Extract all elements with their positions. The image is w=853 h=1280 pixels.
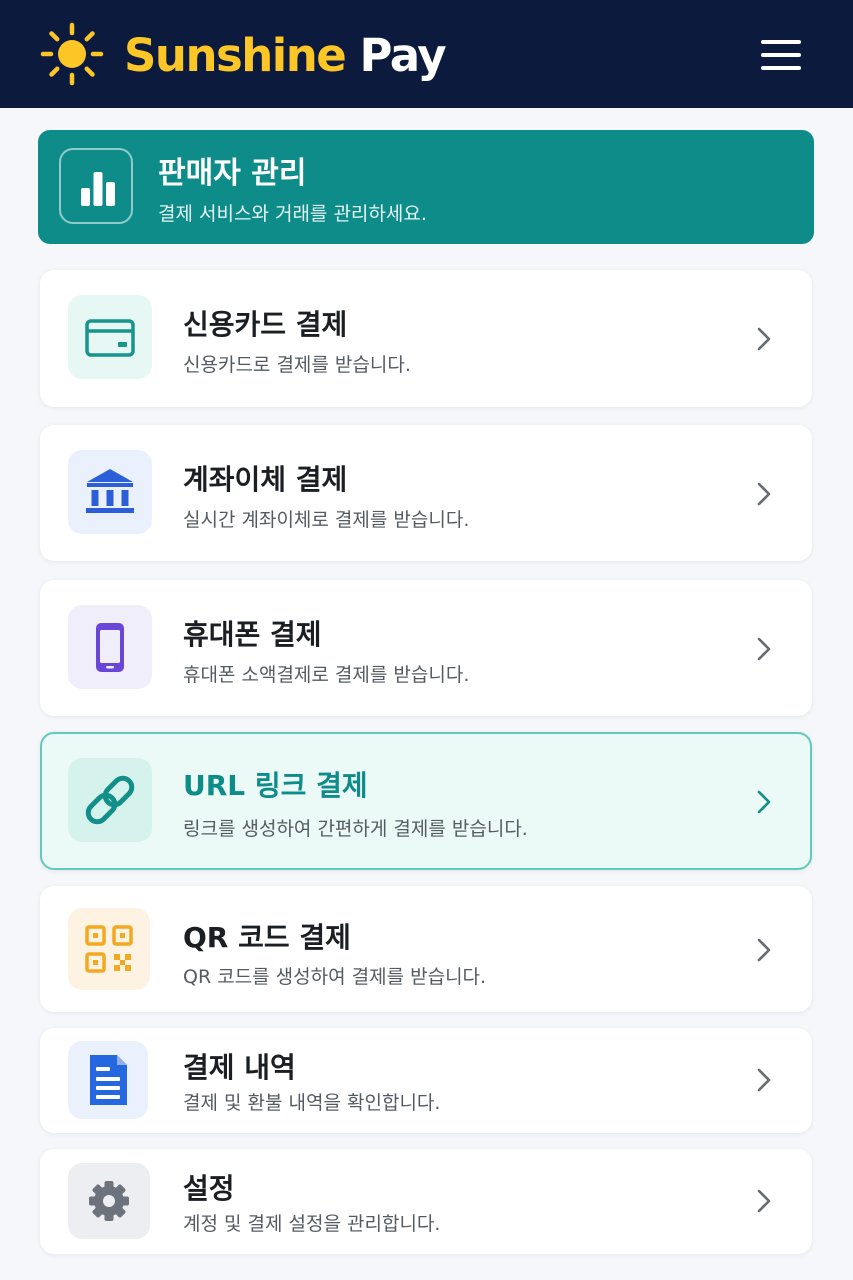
menu-item-mobile-payment[interactable]: 휴대폰 결제 휴대폰 소액결제로 결제를 받습니다. — [40, 580, 812, 716]
menu-item-title: 결제 내역 — [183, 1051, 296, 1084]
menu-item-title: 설정 — [183, 1172, 235, 1205]
seller-management-banner[interactable]: 판매자 관리 결제 서비스와 거래를 관리하세요. — [38, 130, 814, 244]
menu-item-qr-code[interactable]: QR 코드 결제 QR 코드를 생성하여 결제를 받습니다. — [40, 886, 812, 1012]
sun-icon — [40, 22, 104, 86]
menu-item-title: URL 링크 결제 — [183, 769, 368, 802]
app-header: Sunshine Pay — [0, 0, 853, 108]
menu-item-title: 신용카드 결제 — [183, 308, 348, 341]
menu-item-settings[interactable]: 설정 계정 및 결제 설정을 관리합니다. — [40, 1149, 812, 1254]
menu-item-subtitle: QR 코드를 생성하여 결제를 받습니다. — [183, 966, 487, 988]
bar-chart-icon — [59, 148, 133, 224]
menu-item-title: 계좌이체 결제 — [183, 463, 348, 496]
menu-item-subtitle: 실시간 계좌이체로 결제를 받습니다. — [183, 509, 470, 531]
chevron-right-icon — [757, 790, 771, 814]
menu-item-subtitle: 계정 및 결제 설정을 관리합니다. — [183, 1213, 441, 1235]
menu-item-subtitle: 결제 및 환불 내역을 확인합니다. — [183, 1092, 441, 1114]
chevron-right-icon — [757, 482, 771, 506]
chevron-right-icon — [757, 327, 771, 351]
chevron-right-icon — [757, 637, 771, 661]
menu-item-title: 휴대폰 결제 — [183, 618, 322, 651]
hamburger-menu-icon[interactable] — [752, 32, 810, 78]
menu-item-subtitle: 휴대폰 소액결제로 결제를 받습니다. — [183, 664, 470, 686]
chevron-right-icon — [757, 938, 771, 962]
chevron-right-icon — [757, 1068, 771, 1092]
menu-item-payment-history[interactable]: 결제 내역 결제 및 환불 내역을 확인합니다. — [40, 1028, 812, 1133]
gear-icon — [68, 1163, 150, 1239]
credit-card-icon — [68, 295, 152, 379]
menu-item-bank-transfer[interactable]: 계좌이체 결제 실시간 계좌이체로 결제를 받습니다. — [40, 425, 812, 561]
banner-subtitle: 결제 서비스와 거래를 관리하세요. — [158, 203, 427, 225]
brand-name-part2: Pay — [359, 29, 446, 82]
banner-title: 판매자 관리 — [158, 156, 307, 191]
menu-item-credit-card[interactable]: 신용카드 결제 신용카드로 결제를 받습니다. — [40, 270, 812, 407]
link-icon — [68, 758, 152, 842]
brand-name-part1: Sunshine — [124, 29, 347, 82]
bank-icon — [68, 450, 152, 534]
menu-item-title: QR 코드 결제 — [183, 921, 351, 954]
menu-item-subtitle: 신용카드로 결제를 받습니다. — [183, 354, 411, 376]
menu-item-url-link[interactable]: URL 링크 결제 링크를 생성하여 간편하게 결제를 받습니다. — [40, 732, 812, 870]
menu-item-subtitle: 링크를 생성하여 간편하게 결제를 받습니다. — [183, 818, 528, 840]
brand-name: Sunshine Pay — [124, 28, 447, 84]
mobile-phone-icon — [68, 605, 152, 689]
document-icon — [68, 1041, 148, 1119]
qr-code-icon — [68, 908, 150, 990]
chevron-right-icon — [757, 1189, 771, 1213]
